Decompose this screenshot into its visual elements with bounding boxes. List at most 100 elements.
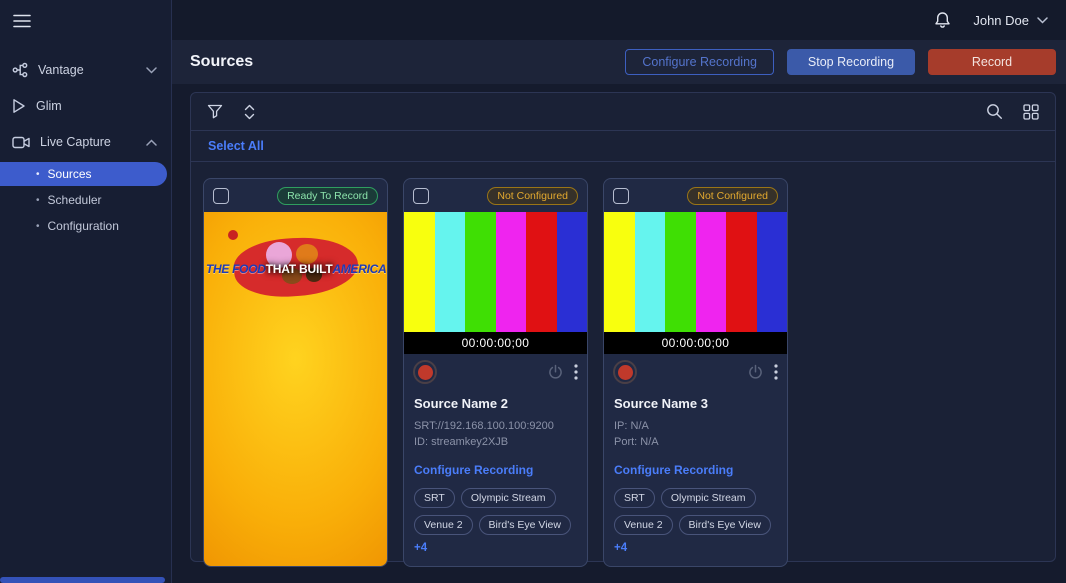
kebab-menu-icon[interactable] bbox=[774, 364, 778, 380]
sources-panel: Select All Ready To Record THE FOOD THAT… bbox=[190, 92, 1056, 567]
sidebar-subitem-label: Configuration bbox=[47, 219, 119, 233]
card-controls bbox=[404, 354, 587, 390]
power-icon[interactable] bbox=[748, 364, 763, 380]
search-icon[interactable] bbox=[986, 103, 1003, 120]
filter-icon[interactable] bbox=[207, 104, 223, 119]
sidebar-item-scheduler[interactable]: • Scheduler bbox=[0, 188, 171, 212]
list-toolbar bbox=[191, 93, 1055, 131]
record-toggle-button[interactable] bbox=[613, 360, 637, 384]
header-actions: Configure Recording Stop Recording Recor… bbox=[625, 49, 1056, 75]
video-camera-icon bbox=[12, 136, 30, 149]
chevron-down-icon bbox=[146, 66, 157, 74]
source-thumbnail bbox=[604, 212, 787, 332]
record-toggle-button[interactable] bbox=[413, 360, 437, 384]
grid-view-icon[interactable] bbox=[1023, 103, 1039, 120]
card-controls bbox=[604, 354, 787, 390]
source-detail-line: IP: N/A bbox=[614, 420, 649, 432]
toolbar-right bbox=[986, 103, 1039, 120]
live-capture-submenu: • Sources • Scheduler • Configuration bbox=[0, 162, 171, 238]
sidebar-item-sources[interactable]: • Sources bbox=[0, 162, 167, 186]
color-bars-graphic bbox=[404, 212, 587, 332]
configure-recording-button[interactable]: Configure Recording bbox=[625, 49, 774, 75]
source-cards: Ready To Record THE FOOD THAT BUILT AMER… bbox=[191, 162, 1055, 583]
tag-chip: Venue 2 bbox=[414, 514, 473, 535]
power-icon[interactable] bbox=[548, 364, 563, 380]
sidebar-item-label: Live Capture bbox=[40, 135, 111, 149]
more-tags-link[interactable]: +4 bbox=[414, 542, 427, 554]
chevron-down-icon bbox=[1037, 16, 1048, 24]
select-all-link[interactable]: Select All bbox=[208, 139, 264, 153]
record-button[interactable]: Record bbox=[928, 49, 1056, 75]
recording-config-link[interactable]: Configure Recording bbox=[414, 463, 577, 477]
page-title: Sources bbox=[190, 53, 254, 70]
sidebar-subitem-label: Sources bbox=[47, 167, 92, 181]
tag-list: SRT Olympic Stream Venue 2 Bird's Eye Vi… bbox=[414, 487, 577, 554]
tag-chip: SRT bbox=[414, 487, 455, 508]
card-header: Not Configured bbox=[404, 179, 587, 212]
horizontal-scrollbar[interactable] bbox=[0, 577, 165, 583]
source-thumbnail bbox=[404, 212, 587, 332]
source-checkbox[interactable] bbox=[413, 187, 429, 204]
hamburger-menu-icon[interactable] bbox=[13, 14, 31, 28]
sidebar-item-label: Vantage bbox=[38, 63, 84, 77]
topbar: John Doe bbox=[172, 0, 1066, 40]
source-thumbnail: THE FOOD THAT BUILT AMERICA bbox=[204, 212, 387, 566]
recording-config-link[interactable]: Configure Recording bbox=[614, 463, 777, 477]
sidebar-item-vantage[interactable]: Vantage bbox=[0, 52, 171, 88]
status-badge: Ready To Record bbox=[277, 186, 378, 205]
tag-chip: Bird's Eye View bbox=[678, 514, 771, 535]
timecode-display: 00:00:00;00 bbox=[404, 332, 587, 354]
more-tags-link[interactable]: +4 bbox=[614, 542, 627, 554]
card-controls-right bbox=[748, 364, 778, 380]
bullet-icon: • bbox=[36, 194, 40, 206]
tag-chip: Venue 2 bbox=[614, 514, 673, 535]
tag-chip: Bird's Eye View bbox=[478, 514, 571, 535]
source-card: Not Configured 00:00:00;00 bbox=[403, 178, 588, 567]
card-header: Not Configured bbox=[604, 179, 787, 212]
record-dot-icon bbox=[617, 364, 633, 380]
card-header: Ready To Record bbox=[204, 179, 387, 212]
kebab-menu-icon[interactable] bbox=[574, 364, 578, 380]
card-body: Source Name 3 IP: N/A Port: N/A Configur… bbox=[604, 390, 787, 566]
user-name: John Doe bbox=[973, 12, 1029, 28]
source-detail-line: ID: streamkey2XJB bbox=[414, 435, 509, 448]
sort-icon[interactable] bbox=[243, 104, 256, 120]
page-header: Sources Configure Recording Stop Recordi… bbox=[172, 40, 1066, 84]
chevron-up-icon bbox=[146, 138, 157, 146]
thumbnail-title: THE FOOD THAT BUILT AMERICA bbox=[204, 262, 387, 276]
color-bars-graphic bbox=[604, 212, 787, 332]
sidebar-item-glim[interactable]: Glim bbox=[0, 88, 171, 124]
source-name: Source Name 3 bbox=[614, 396, 708, 411]
sidebar-item-configuration[interactable]: • Configuration bbox=[0, 214, 171, 238]
thumb-text-right: AMERICA bbox=[332, 262, 387, 276]
sidebar-item-live-capture[interactable]: Live Capture bbox=[0, 124, 171, 160]
play-icon bbox=[12, 98, 26, 114]
tag-chip: SRT bbox=[614, 487, 655, 508]
tag-list: SRT Olympic Stream Venue 2 Bird's Eye Vi… bbox=[614, 487, 777, 554]
select-all-row: Select All bbox=[191, 131, 1055, 162]
status-badge: Not Configured bbox=[487, 186, 578, 205]
sidebar: Vantage Glim Live Capture • Sources • Sc… bbox=[0, 0, 172, 583]
sidebar-subitem-label: Scheduler bbox=[47, 193, 102, 207]
card-controls-right bbox=[548, 364, 578, 380]
source-detail-line: SRT://192.168.100.100:9200 bbox=[414, 420, 554, 432]
card-body: Source Name 2 SRT://192.168.100.100:9200… bbox=[404, 390, 587, 566]
status-badge: Not Configured bbox=[687, 186, 778, 205]
source-checkbox[interactable] bbox=[213, 187, 229, 204]
source-name: Source Name 2 bbox=[414, 396, 508, 411]
notifications-bell-icon[interactable] bbox=[934, 11, 951, 29]
tag-chip: Olympic Stream bbox=[460, 487, 556, 508]
thumb-text-center: THAT BUILT bbox=[265, 262, 333, 276]
bullet-icon: • bbox=[36, 168, 40, 180]
source-checkbox[interactable] bbox=[613, 187, 629, 204]
source-detail-line: Port: N/A bbox=[614, 435, 659, 448]
food-graphic bbox=[228, 230, 238, 240]
tag-chip: Olympic Stream bbox=[660, 487, 756, 508]
bullet-icon: • bbox=[36, 220, 40, 232]
stop-recording-button[interactable]: Stop Recording bbox=[787, 49, 915, 75]
source-card: Not Configured 00:00:00;00 bbox=[603, 178, 788, 567]
food-graphic bbox=[296, 244, 318, 264]
record-dot-icon bbox=[417, 364, 433, 380]
thumb-text-left: THE FOOD bbox=[206, 262, 266, 276]
user-menu[interactable]: John Doe bbox=[973, 13, 1048, 28]
